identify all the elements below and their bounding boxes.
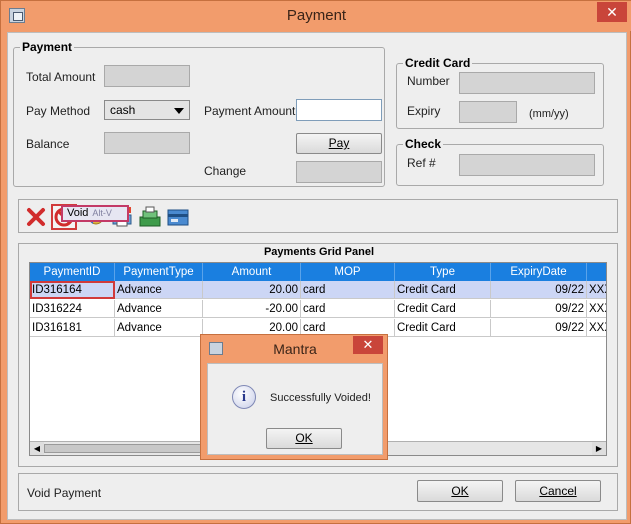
- delete-button[interactable]: [23, 204, 49, 230]
- column-header-payment-id[interactable]: PaymentID: [30, 263, 115, 281]
- dialog-message: Successfully Voided!: [270, 392, 371, 404]
- cell-payment-type[interactable]: Advance: [115, 319, 203, 337]
- ok-button-label: OK: [451, 484, 469, 498]
- delete-icon: [27, 208, 45, 226]
- cancel-button-label: Cancel: [539, 484, 577, 498]
- table-row[interactable]: ID316164 Advance 20.00 card Credit Card …: [30, 281, 606, 299]
- credit-card-group: Credit Card Number Expiry (mm/yy): [396, 56, 604, 129]
- cell-payment-id[interactable]: ID316181: [30, 319, 115, 337]
- pay-button-label: Pay: [328, 136, 350, 150]
- total-amount-field: [104, 65, 190, 87]
- balance-label: Balance: [26, 137, 70, 151]
- payment-amount-label: Payment Amount: [204, 104, 296, 118]
- check-group-title: Check: [403, 137, 444, 151]
- cell-expiry-date[interactable]: 09/22: [491, 319, 587, 337]
- pay-method-select[interactable]: cash: [104, 100, 190, 120]
- total-amount-label: Total Amount: [26, 70, 96, 84]
- check-group: Check Ref #: [396, 137, 604, 186]
- cell-mop[interactable]: card: [301, 300, 395, 318]
- focused-cell-outline: [30, 281, 115, 299]
- pay-method-value: cash: [110, 103, 136, 117]
- payment-group: Payment Total Amount Pay Method cash Pay…: [13, 40, 385, 187]
- cell-expiry-date[interactable]: 09/22: [491, 300, 587, 318]
- window-close-button[interactable]: ✕: [597, 2, 627, 22]
- cancel-button[interactable]: Cancel: [515, 480, 601, 502]
- scroll-right-icon[interactable]: ▶: [592, 442, 606, 455]
- card-number-field: [459, 72, 595, 94]
- cell-amount[interactable]: 20.00: [203, 281, 301, 299]
- void-tooltip: Void Alt-V: [61, 205, 129, 222]
- cell-extra[interactable]: XXX: [587, 281, 606, 299]
- void-tooltip-accelerator: Alt-V: [92, 208, 112, 218]
- mantra-dialog: Mantra ✕ i Successfully Voided! OK: [200, 334, 388, 460]
- card-expiry-label: Expiry: [407, 104, 441, 118]
- dialog-client-area: i Successfully Voided! OK: [207, 363, 383, 455]
- card-number-label: Number: [407, 74, 450, 88]
- payment-amount-input[interactable]: [296, 99, 382, 121]
- table-header: PaymentID PaymentType Amount MOP Type Ex…: [30, 263, 606, 281]
- scroll-left-icon[interactable]: ◀: [30, 442, 44, 455]
- pay-method-label: Pay Method: [26, 104, 91, 118]
- cell-payment-type[interactable]: Advance: [115, 300, 203, 318]
- column-header-mop[interactable]: MOP: [301, 263, 395, 281]
- cash-register-button[interactable]: [137, 204, 163, 230]
- dialog-ok-button[interactable]: OK: [266, 428, 342, 449]
- cell-payment-id[interactable]: ID316224: [30, 300, 115, 318]
- dialog-ok-button-label: OK: [295, 431, 313, 445]
- table-row[interactable]: ID316224 Advance -20.00 card Credit Card…: [30, 300, 606, 318]
- info-icon: i: [232, 385, 256, 409]
- cell-type[interactable]: Credit Card: [395, 319, 491, 337]
- column-header-expiry-date[interactable]: ExpiryDate: [491, 263, 587, 281]
- cell-payment-type[interactable]: Advance: [115, 281, 203, 299]
- balance-field: [104, 132, 190, 154]
- column-header-payment-type[interactable]: PaymentType: [115, 263, 203, 281]
- change-label: Change: [204, 164, 247, 178]
- card-expiry-field: [459, 101, 517, 123]
- payment-group-title: Payment: [20, 40, 75, 54]
- column-header-amount[interactable]: Amount: [203, 263, 301, 281]
- cell-type[interactable]: Credit Card: [395, 300, 491, 318]
- cell-extra[interactable]: XXX: [587, 319, 606, 337]
- cell-amount[interactable]: -20.00: [203, 300, 301, 318]
- cash-register-icon: [139, 206, 161, 227]
- change-field: [296, 161, 382, 183]
- cell-extra[interactable]: XXX: [587, 300, 606, 318]
- cell-expiry-date[interactable]: 09/22: [491, 281, 587, 299]
- check-ref-label: Ref #: [407, 156, 436, 170]
- card-terminal-icon: [167, 209, 189, 226]
- title-bar[interactable]: Payment ✕: [1, 1, 631, 31]
- cell-type[interactable]: Credit Card: [395, 281, 491, 299]
- column-header-type[interactable]: Type: [395, 263, 491, 281]
- status-text: Void Payment: [27, 486, 102, 500]
- void-tooltip-label: Void: [67, 207, 89, 219]
- check-ref-field: [459, 154, 595, 176]
- card-terminal-button[interactable]: [165, 204, 191, 230]
- ok-button[interactable]: OK: [417, 480, 503, 502]
- chevron-down-icon: [174, 108, 184, 114]
- pay-button[interactable]: Pay: [296, 133, 382, 154]
- credit-card-group-title: Credit Card: [403, 56, 473, 70]
- cell-mop[interactable]: card: [301, 281, 395, 299]
- expiry-format-hint: (mm/yy): [529, 108, 569, 120]
- grid-panel-title: Payments Grid Panel: [263, 246, 375, 258]
- window-title: Payment: [286, 7, 347, 24]
- dialog-close-button[interactable]: ✕: [353, 336, 383, 354]
- status-bar: Void Payment OK Cancel: [18, 473, 618, 511]
- column-header-extra[interactable]: [587, 263, 606, 281]
